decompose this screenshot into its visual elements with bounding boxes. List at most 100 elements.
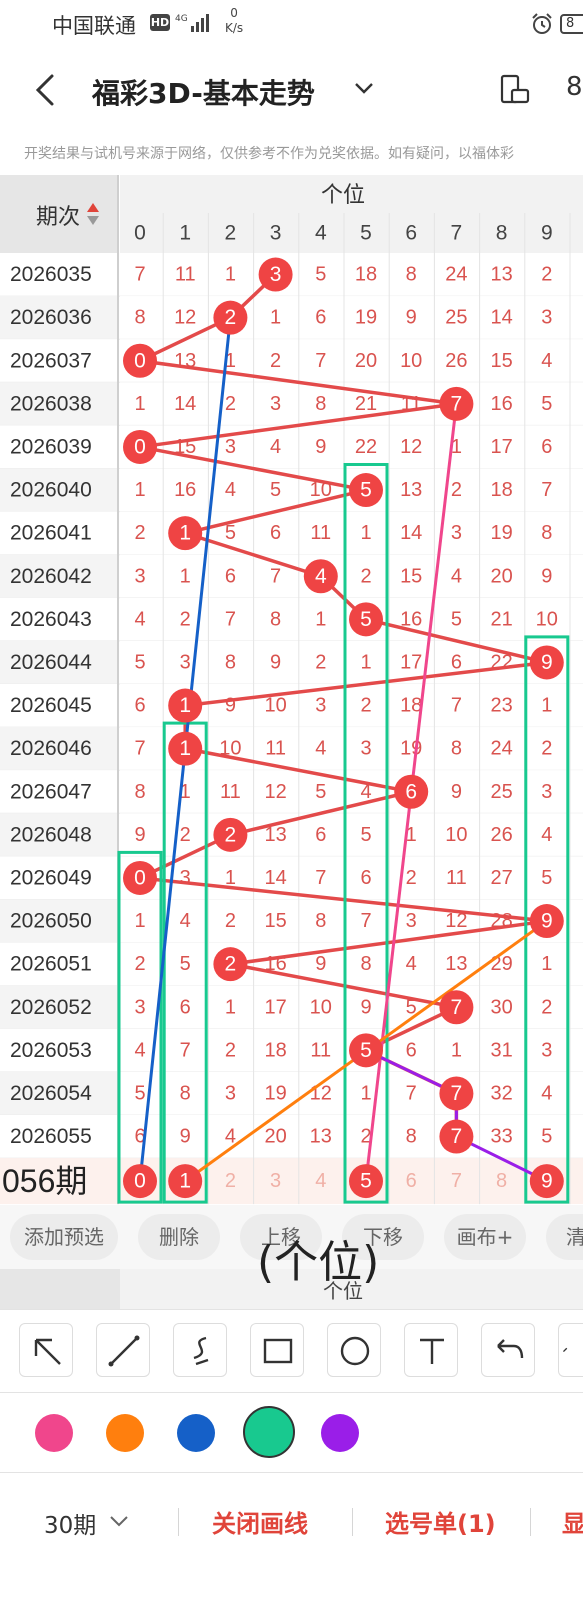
bottom-bar: 30期 关闭画线 选号单(1) 显 — [0, 1474, 583, 1600]
selection-list-button[interactable]: 选号单(1) — [385, 1504, 496, 1539]
hit-number: 0 — [134, 435, 146, 458]
arrow-tool-button[interactable] — [19, 1323, 73, 1377]
text-tool-button[interactable] — [404, 1323, 458, 1377]
period-count-select[interactable]: 30期 — [44, 1506, 96, 1540]
miss-count: 26 — [490, 824, 512, 846]
miss-count: 1 — [134, 910, 145, 932]
alarm-icon — [532, 13, 552, 34]
period-label: 2026046 — [10, 737, 92, 760]
preview-selected-number: 1 — [179, 1170, 191, 1193]
period-label: 2026045 — [10, 694, 92, 717]
text-icon — [420, 1338, 444, 1364]
color-blue-swatch[interactable] — [177, 1414, 215, 1452]
miss-count: 12 — [174, 307, 196, 329]
rectangle-tool-button[interactable] — [250, 1323, 304, 1377]
close-drawing-button[interactable]: 关闭画线 — [212, 1504, 308, 1539]
digit-header-7: 7 — [451, 222, 463, 245]
redo-icon — [562, 1347, 568, 1353]
phone-landscape-icon[interactable] — [498, 72, 530, 106]
hit-number: 4 — [315, 565, 327, 588]
color-purple-swatch[interactable] — [321, 1414, 359, 1452]
miss-count: 27 — [490, 867, 512, 889]
period-label: 2026037 — [10, 349, 92, 372]
miss-count: 8 — [315, 910, 326, 932]
miss-count: 4 — [541, 1082, 552, 1104]
miss-count: 5 — [541, 867, 552, 889]
color-orange-swatch[interactable] — [106, 1414, 144, 1452]
miss-count: 19 — [490, 522, 512, 544]
undo-tool-button[interactable] — [481, 1323, 535, 1377]
title-bar: 福彩3D-基本走势 8 — [0, 52, 583, 130]
miss-count: 3 — [541, 781, 552, 803]
chevron-down-icon[interactable] — [352, 78, 376, 98]
miss-count: 8 — [134, 307, 145, 329]
miss-count: 29 — [490, 953, 512, 975]
hit-number: 2 — [225, 953, 237, 976]
miss-count: 7 — [541, 479, 552, 501]
canvas-annotation-text: (个位) — [257, 1237, 380, 1288]
miss-count: 2 — [406, 867, 417, 889]
miss-count: 9 — [315, 953, 326, 975]
hit-number: 6 — [405, 780, 417, 803]
miss-count: 8 — [451, 738, 462, 760]
miss-count: 9 — [134, 824, 145, 846]
miss-count: 2 — [134, 522, 145, 544]
hit-number: 5 — [360, 608, 372, 631]
circle-icon — [340, 1336, 370, 1366]
canvas-add-button[interactable]: 画布+ — [444, 1214, 526, 1260]
redo-tool-button[interactable] — [558, 1323, 583, 1377]
curve-tool-button[interactable] — [173, 1323, 227, 1377]
miss-count: 19 — [264, 1082, 286, 1104]
digit-header-6: 6 — [405, 222, 417, 245]
more-button[interactable]: 显 — [562, 1504, 583, 1539]
digit-header-0: 0 — [134, 222, 146, 245]
miss-count: 8 — [134, 781, 145, 803]
circle-tool-button[interactable] — [327, 1323, 381, 1377]
curve-icon — [193, 1336, 209, 1366]
miss-count: 6 — [360, 867, 371, 889]
miss-count: 21 — [355, 393, 377, 415]
miss-count: 5 — [541, 393, 552, 415]
preview-row-label: 056期 — [2, 1163, 87, 1199]
back-icon[interactable] — [28, 70, 64, 110]
miss-count: 2 — [225, 910, 236, 932]
miss-count: 4 — [134, 1039, 145, 1061]
delete-button[interactable]: 删除 — [138, 1214, 220, 1260]
miss-count: 14 — [400, 522, 422, 544]
miss-count: 17 — [490, 436, 512, 458]
chevron-down-icon[interactable] — [108, 1514, 130, 1528]
miss-count: 5 — [541, 1126, 552, 1148]
miss-count: 2 — [225, 1039, 236, 1061]
add-preselect-button[interactable]: 添加预选 — [10, 1214, 118, 1260]
miss-count: 9 — [541, 565, 552, 587]
carrier-name: 中国联通 — [52, 14, 136, 38]
period-label: 2026041 — [10, 522, 92, 545]
miss-count: 3 — [225, 1082, 236, 1104]
line-tool-button[interactable] — [96, 1323, 150, 1377]
miss-count: 2 — [134, 953, 145, 975]
clear-button[interactable]: 清 — [546, 1214, 583, 1260]
color-green-swatch-selected[interactable] — [243, 1406, 295, 1458]
miss-count: 13 — [400, 479, 422, 501]
miss-count: 18 — [355, 264, 377, 286]
miss-count: 6 — [315, 307, 326, 329]
miss-count: 5 — [180, 953, 191, 975]
hit-number: 9 — [541, 910, 553, 933]
color-pink-swatch[interactable] — [35, 1414, 73, 1452]
preview-selected-number: 9 — [541, 1170, 553, 1193]
miss-count: 9 — [451, 781, 462, 803]
more-icon[interactable]: 8 — [566, 72, 583, 102]
miss-count: 6 — [541, 436, 552, 458]
hit-number: 7 — [451, 996, 463, 1019]
miss-count: 3 — [541, 1039, 552, 1061]
digit-header-9: 9 — [541, 222, 553, 245]
miss-count: 1 — [180, 565, 191, 587]
miss-count: 16 — [174, 479, 196, 501]
miss-count: 1 — [225, 264, 236, 286]
miss-count: 11 — [446, 867, 467, 889]
miss-count: 4 — [541, 824, 552, 846]
miss-count: 1 — [360, 651, 371, 673]
miss-count: 6 — [180, 996, 191, 1018]
miss-count: 19 — [355, 307, 377, 329]
page-title[interactable]: 福彩3D-基本走势 — [92, 72, 315, 112]
